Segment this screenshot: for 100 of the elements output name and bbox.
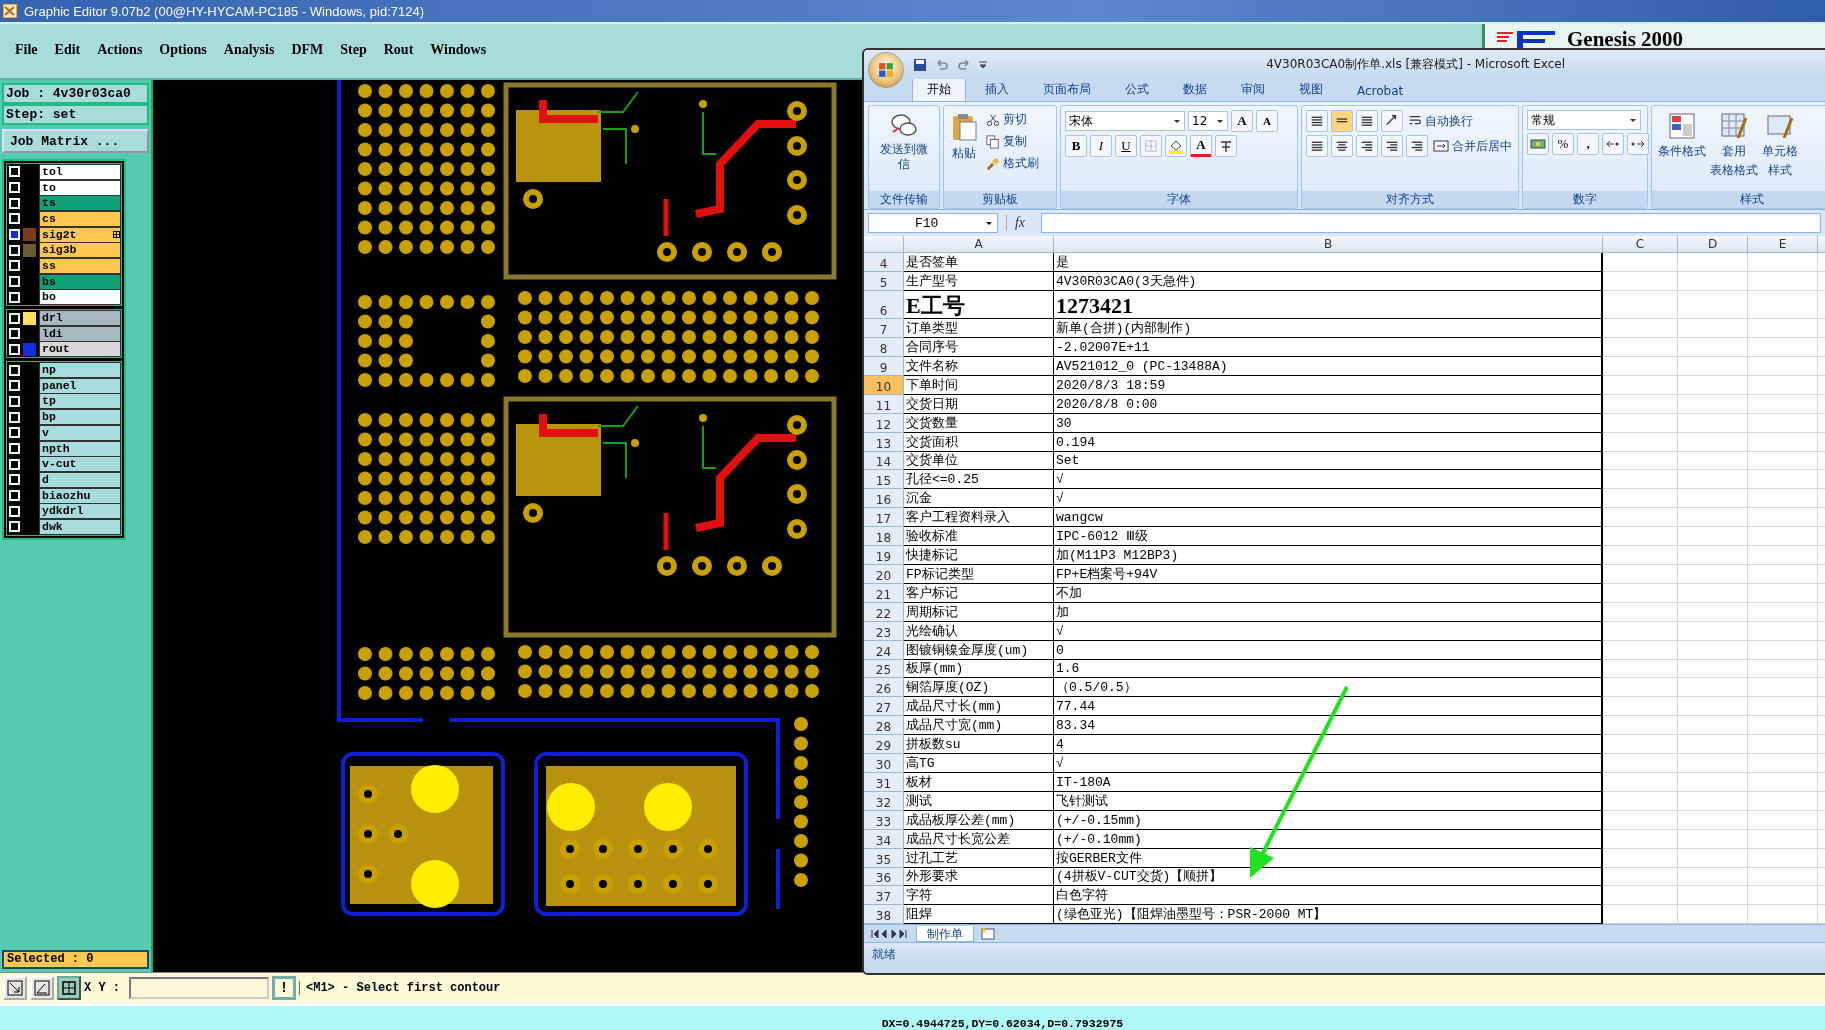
- layer-checkbox[interactable]: [9, 244, 20, 256]
- decrease-indent-button[interactable]: [1381, 135, 1403, 157]
- layer-name[interactable]: drl: [39, 310, 121, 327]
- column-header[interactable]: C: [1603, 236, 1678, 253]
- align-bottom-button[interactable]: [1356, 110, 1378, 132]
- row-header[interactable]: 38: [864, 905, 904, 924]
- cell-style-button[interactable]: 单元格 样式: [1760, 110, 1800, 180]
- row-header[interactable]: 6: [864, 290, 904, 320]
- menu-item[interactable]: Rout: [383, 42, 414, 58]
- font-color-button[interactable]: A: [1190, 135, 1212, 157]
- ribbon-tab[interactable]: 数据: [1168, 77, 1222, 101]
- xy-input-field[interactable]: [129, 977, 269, 999]
- layer-name[interactable]: ydkdrl: [39, 503, 121, 520]
- layer-checkbox[interactable]: [9, 490, 20, 502]
- layer-name[interactable]: ts: [39, 195, 121, 212]
- cut-button[interactable]: 剪切: [984, 110, 1041, 129]
- number-format-dropdown[interactable]: 常规: [1527, 110, 1641, 130]
- layer-checkbox[interactable]: [9, 411, 20, 423]
- row-header[interactable]: 18: [864, 527, 904, 547]
- ribbon-tab[interactable]: 视图: [1284, 77, 1338, 101]
- layer-checkbox[interactable]: [9, 229, 20, 241]
- paste-button[interactable]: 粘贴: [948, 110, 980, 163]
- align-middle-button[interactable]: [1331, 110, 1353, 132]
- decrease-decimal-button[interactable]: [1627, 133, 1649, 155]
- orientation-button[interactable]: [1381, 110, 1403, 132]
- row-header[interactable]: 8: [864, 338, 904, 358]
- layer-checkbox[interactable]: [9, 166, 20, 178]
- row-header[interactable]: 28: [864, 716, 904, 736]
- row-header[interactable]: 37: [864, 886, 904, 906]
- ribbon-tab[interactable]: 审阅: [1226, 77, 1280, 101]
- layer-checkbox[interactable]: [9, 213, 20, 225]
- layer-checkbox[interactable]: [9, 474, 20, 486]
- insert-function-button[interactable]: fx: [1006, 215, 1033, 231]
- ribbon-tab[interactable]: Acrobat: [1342, 80, 1419, 101]
- grid-button[interactable]: [57, 976, 81, 1000]
- row-header[interactable]: 30: [864, 754, 904, 773]
- row-header[interactable]: 15: [864, 470, 904, 490]
- layer-name[interactable]: bp: [39, 409, 121, 426]
- column-header[interactable]: E: [1748, 236, 1818, 253]
- conditional-format-button[interactable]: 条件格式: [1656, 110, 1708, 161]
- italic-button[interactable]: I: [1090, 135, 1112, 157]
- font-name-dropdown[interactable]: 宋体: [1065, 111, 1185, 131]
- ribbon-tab[interactable]: 公式: [1110, 77, 1164, 101]
- grow-font-button[interactable]: A: [1231, 110, 1253, 132]
- percent-button[interactable]: %: [1552, 133, 1574, 155]
- layer-checkbox[interactable]: [9, 458, 20, 470]
- layer-checkbox[interactable]: [9, 505, 20, 517]
- align-center-button[interactable]: [1331, 135, 1353, 157]
- name-box[interactable]: F10: [868, 213, 998, 233]
- row-header[interactable]: 27: [864, 697, 904, 717]
- formula-field[interactable]: [1041, 213, 1821, 233]
- column-header[interactable]: D: [1678, 236, 1748, 253]
- menu-item[interactable]: Edit: [54, 42, 81, 58]
- increase-indent-button[interactable]: [1406, 135, 1428, 157]
- align-right-button[interactable]: [1356, 135, 1378, 157]
- layer-name[interactable]: tp: [39, 393, 121, 410]
- table-format-button[interactable]: 套用 表格格式: [1708, 110, 1760, 180]
- column-header[interactable]: B: [1054, 236, 1603, 253]
- layer-checkbox[interactable]: [9, 427, 20, 439]
- layer-checkbox[interactable]: [9, 260, 20, 272]
- align-left-button[interactable]: [1306, 135, 1328, 157]
- comma-button[interactable]: ,: [1577, 133, 1599, 155]
- menu-item[interactable]: DFM: [291, 42, 324, 58]
- layer-checkbox[interactable]: [9, 276, 20, 288]
- layer-checkbox[interactable]: [9, 380, 20, 392]
- office-button[interactable]: [868, 51, 904, 88]
- layer-name[interactable]: v-cut: [39, 456, 121, 473]
- layer-name[interactable]: np: [39, 362, 121, 379]
- layer-checkbox[interactable]: [9, 521, 20, 533]
- menu-item[interactable]: Analysis: [223, 42, 275, 58]
- menu-item[interactable]: Step: [340, 42, 367, 58]
- zoom-box-button[interactable]: [3, 976, 27, 1000]
- copy-button[interactable]: 复制: [984, 132, 1041, 151]
- layer-checkbox[interactable]: [9, 182, 20, 194]
- sheet-tab[interactable]: 制作单: [916, 925, 974, 942]
- ribbon-tab[interactable]: 开始: [912, 77, 966, 101]
- layer-checkbox[interactable]: [9, 364, 20, 376]
- phonetic-button[interactable]: [1215, 135, 1237, 157]
- job-matrix-button[interactable]: Job Matrix ...: [2, 129, 149, 153]
- menu-item[interactable]: Actions: [97, 42, 143, 58]
- angle-button[interactable]: [30, 976, 54, 1000]
- merge-center-button[interactable]: 合并后居中: [1431, 136, 1514, 156]
- alert-button[interactable]: !: [272, 976, 296, 1000]
- layer-name[interactable]: bo: [39, 289, 121, 306]
- font-size-dropdown[interactable]: 12: [1188, 111, 1228, 131]
- row-header[interactable]: 19: [864, 546, 904, 565]
- wrap-text-button[interactable]: 自动换行: [1406, 111, 1475, 131]
- format-painter-button[interactable]: 格式刷: [984, 154, 1041, 173]
- row-header[interactable]: 4: [864, 253, 904, 272]
- currency-button[interactable]: [1527, 133, 1549, 155]
- row-header[interactable]: 7: [864, 319, 904, 339]
- ribbon-tab[interactable]: 插入: [970, 77, 1024, 101]
- layer-checkbox[interactable]: [9, 312, 20, 324]
- row-header[interactable]: 29: [864, 735, 904, 755]
- layer-checkbox[interactable]: [9, 197, 20, 209]
- layer-name[interactable]: sig3b: [39, 242, 121, 259]
- row-header[interactable]: 26: [864, 678, 904, 698]
- ribbon-tab[interactable]: 页面布局: [1028, 77, 1106, 101]
- row-header[interactable]: 17: [864, 508, 904, 528]
- bold-button[interactable]: B: [1065, 135, 1087, 157]
